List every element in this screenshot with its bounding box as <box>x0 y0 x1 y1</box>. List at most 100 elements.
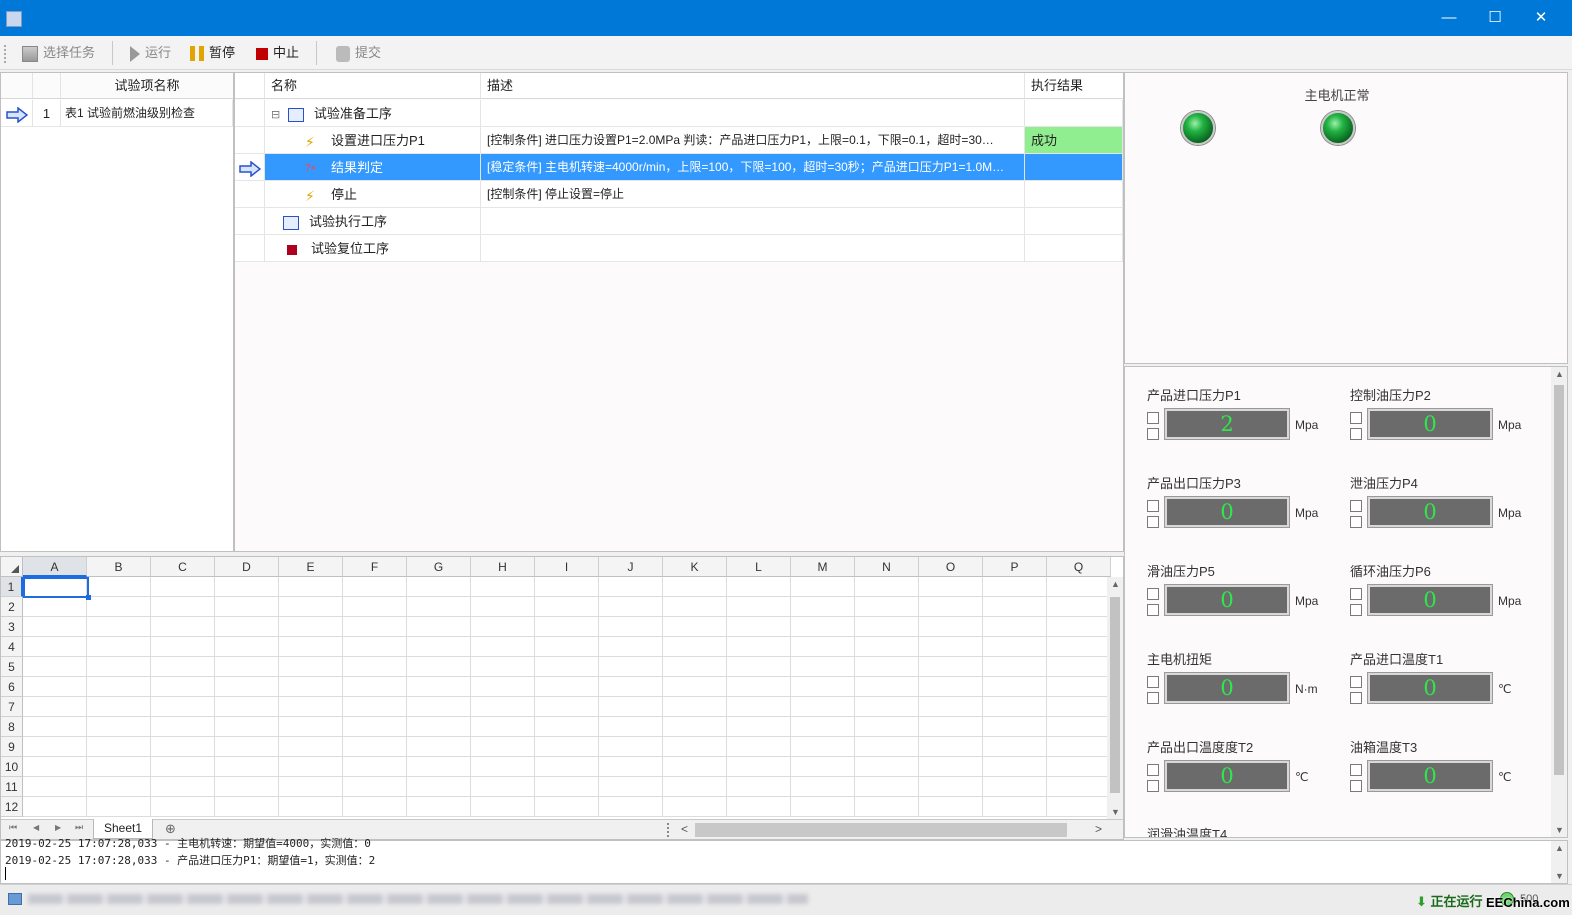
blurred-status-text <box>28 894 808 904</box>
gauge-checkbox[interactable] <box>1147 500 1159 512</box>
column-header[interactable]: M <box>791 557 855 577</box>
table-row[interactable]: 1 表1 试验前燃油级别检查 <box>1 100 233 127</box>
select-all-corner[interactable] <box>1 557 23 577</box>
scroll-right-button[interactable]: > <box>1095 822 1102 836</box>
gauge-checkbox[interactable] <box>1147 588 1159 600</box>
select-task-button[interactable]: 选择任务 <box>22 43 95 63</box>
stop-button[interactable]: 中止 <box>256 43 299 63</box>
row-header[interactable]: 12 <box>1 797 23 817</box>
maximize-button[interactable]: ☐ <box>1472 0 1518 36</box>
tab-splitter[interactable] <box>667 823 671 837</box>
column-header-test-item-name[interactable]: 试验项名称 <box>61 73 233 98</box>
gauge-checkbox[interactable] <box>1147 692 1159 704</box>
column-header[interactable]: E <box>279 557 343 577</box>
sheet-vertical-scrollbar[interactable]: ▲ ▼ <box>1107 577 1123 819</box>
first-sheet-button[interactable]: ⏮ <box>9 822 17 833</box>
stop-icon <box>256 47 268 60</box>
column-header[interactable]: A <box>23 557 87 577</box>
next-sheet-button[interactable]: ▶ <box>55 823 61 832</box>
row-header[interactable]: 6 <box>1 677 23 697</box>
prev-sheet-button[interactable]: ◀ <box>33 823 39 832</box>
row-header[interactable]: 3 <box>1 617 23 637</box>
gauge-checkbox[interactable] <box>1350 428 1362 440</box>
gauge-value: 0 <box>1367 760 1493 792</box>
grid-line <box>23 756 1107 757</box>
row-header[interactable]: 7 <box>1 697 23 717</box>
gauge-checkbox[interactable] <box>1350 588 1362 600</box>
gauge-checkbox[interactable] <box>1350 412 1362 424</box>
grid-line <box>662 577 663 817</box>
submit-button[interactable]: 提交 <box>336 43 381 63</box>
column-header-result[interactable]: 执行结果 <box>1025 73 1123 98</box>
status-bar-icon <box>8 893 22 905</box>
row-header[interactable]: 11 <box>1 777 23 797</box>
row-header[interactable]: 2 <box>1 597 23 617</box>
gauge-checkbox[interactable] <box>1350 604 1362 616</box>
run-button[interactable]: 运行 <box>130 43 171 63</box>
column-header[interactable]: Q <box>1047 557 1111 577</box>
table-row-selected[interactable]: ?× 结果判定 [稳定条件] 主电机转速=4000r/min，上限=100，下限=… <box>235 154 1123 181</box>
gauge-scrollbar[interactable]: ▲ ▼ <box>1551 367 1567 837</box>
column-header[interactable]: C <box>151 557 215 577</box>
row-header[interactable]: 1 <box>1 577 23 597</box>
cell-grid[interactable] <box>23 577 1107 817</box>
grid-line <box>726 577 727 817</box>
toolbar-grip[interactable] <box>4 45 6 63</box>
column-header[interactable]: B <box>87 557 151 577</box>
scroll-left-button[interactable]: < <box>681 822 688 836</box>
gauge-checkbox[interactable] <box>1147 412 1159 424</box>
gauge-checkbox[interactable] <box>1147 780 1159 792</box>
gauge-checkbox[interactable] <box>1147 428 1159 440</box>
table-row[interactable]: 试验复位工序 <box>235 235 1123 262</box>
gauge-checkbox[interactable] <box>1147 676 1159 688</box>
log-scrollbar[interactable]: ▲ ▼ <box>1551 841 1567 883</box>
grid-line <box>23 736 1107 737</box>
column-header[interactable]: D <box>215 557 279 577</box>
row-header[interactable]: 9 <box>1 737 23 757</box>
column-header[interactable]: F <box>343 557 407 577</box>
grid-line <box>982 577 983 817</box>
table-row[interactable]: 试验执行工序 <box>235 208 1123 235</box>
horizontal-scroll-thumb[interactable] <box>695 823 1067 837</box>
row-header[interactable]: 10 <box>1 757 23 777</box>
table-row[interactable]: ⊟ 试验准备工序 <box>235 100 1123 127</box>
grid-line <box>23 716 1107 717</box>
gauge-checkbox[interactable] <box>1350 780 1362 792</box>
gauge-checkbox[interactable] <box>1350 516 1362 528</box>
row-header[interactable]: 5 <box>1 657 23 677</box>
running-status: ⬇ 正在运行 <box>1416 894 1483 909</box>
table-row[interactable]: ⚡ 停止 [控制条件] 停止设置=停止 <box>235 181 1123 208</box>
active-cell[interactable] <box>23 577 91 600</box>
scrollbar-thumb[interactable] <box>1554 385 1564 775</box>
column-header[interactable]: H <box>471 557 535 577</box>
row-header[interactable]: 8 <box>1 717 23 737</box>
close-button[interactable]: ✕ <box>1518 0 1564 36</box>
column-header[interactable]: I <box>535 557 599 577</box>
gauge-checkbox[interactable] <box>1350 500 1362 512</box>
column-header[interactable]: L <box>727 557 791 577</box>
gauge-label: 滑油压力P5 <box>1147 564 1215 579</box>
gauge-checkbox[interactable] <box>1350 692 1362 704</box>
column-header[interactable]: O <box>919 557 983 577</box>
step-name: 试验准备工序 <box>313 106 392 121</box>
gauge-checkbox[interactable] <box>1147 516 1159 528</box>
column-header-name[interactable]: 名称 <box>265 73 481 98</box>
column-header[interactable]: N <box>855 557 919 577</box>
minimize-button[interactable]: — <box>1426 0 1472 36</box>
gauge-checkbox[interactable] <box>1147 764 1159 776</box>
collapse-toggle[interactable]: ⊟ <box>271 109 280 121</box>
grid-line <box>23 596 1107 597</box>
column-header[interactable]: P <box>983 557 1047 577</box>
column-header[interactable]: K <box>663 557 727 577</box>
column-header[interactable]: G <box>407 557 471 577</box>
row-header[interactable]: 4 <box>1 637 23 657</box>
toolbar-separator <box>112 41 113 65</box>
table-row[interactable]: ⚡ 设置进口压力P1 [控制条件] 进口压力设置P1=2.0MPa 判读：产品进口… <box>235 127 1123 154</box>
column-header-desc[interactable]: 描述 <box>481 73 1025 98</box>
gauge-checkbox[interactable] <box>1350 764 1362 776</box>
gauge-checkbox[interactable] <box>1350 676 1362 688</box>
column-header[interactable]: J <box>599 557 663 577</box>
gauge-checkbox[interactable] <box>1147 604 1159 616</box>
last-sheet-button[interactable]: ⏭ <box>75 822 83 833</box>
pause-button[interactable]: 暂停 <box>190 43 235 63</box>
